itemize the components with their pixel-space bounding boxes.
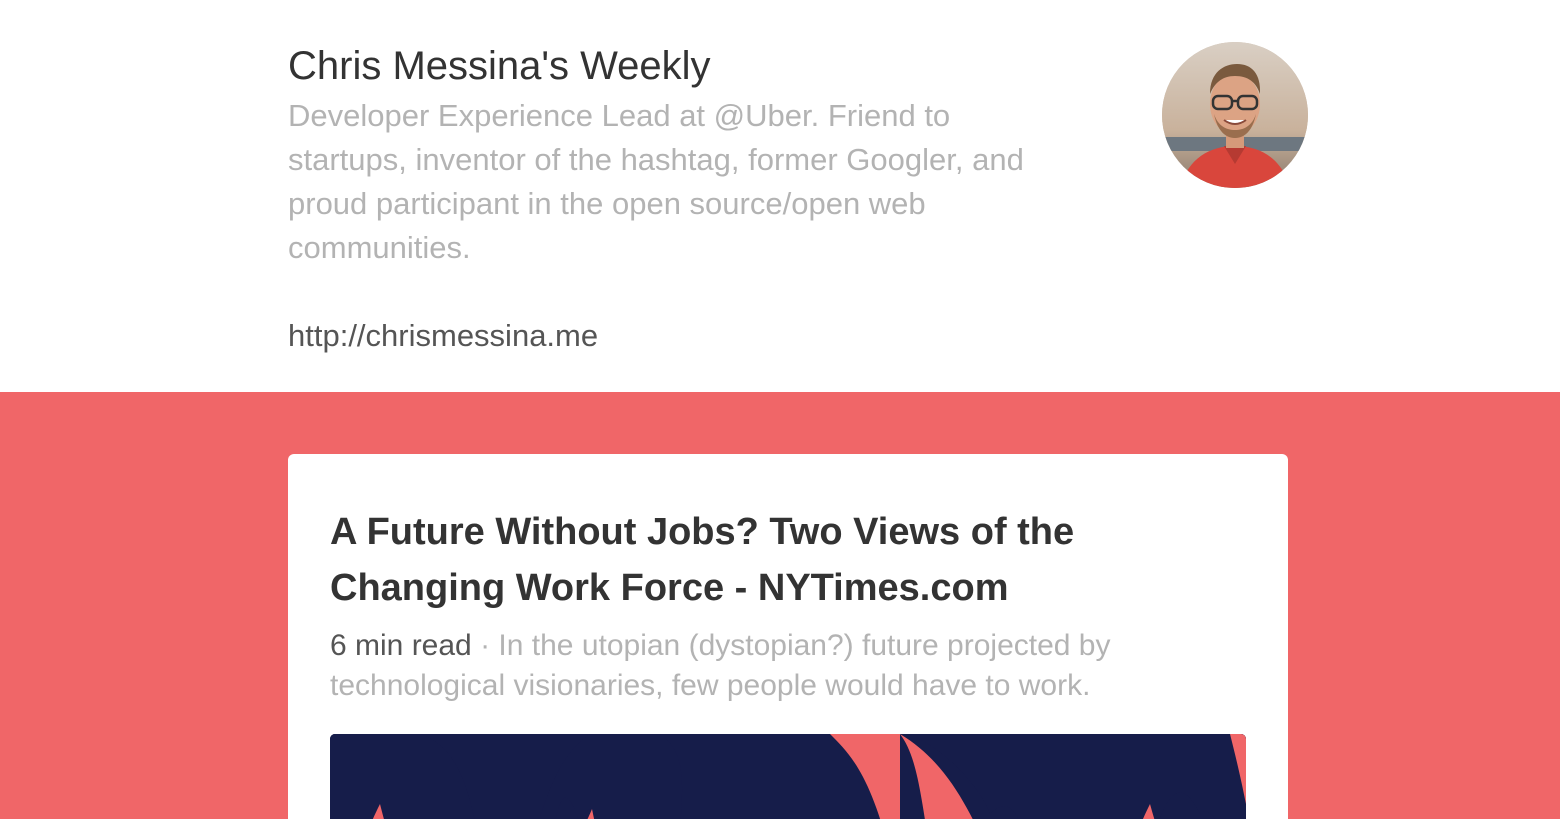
- article-cover-image[interactable]: [330, 734, 1246, 819]
- post-list-section: A Future Without Jobs? Two Views of the …: [0, 392, 1560, 819]
- cover-illustration-icon: [330, 734, 1246, 819]
- article-card[interactable]: A Future Without Jobs? Two Views of the …: [288, 454, 1288, 819]
- profile-header: Chris Messina's Weekly Developer Experie…: [0, 0, 1560, 392]
- article-meta: 6 min read · In the utopian (dystopian?)…: [330, 626, 1230, 706]
- avatar[interactable]: [1162, 42, 1308, 188]
- profile-info: Chris Messina's Weekly Developer Experie…: [288, 38, 1118, 358]
- meta-separator: ·: [471, 629, 499, 662]
- profile-url-link[interactable]: http://chrismessina.me: [288, 314, 1118, 358]
- avatar-photo-icon: [1162, 42, 1308, 188]
- read-time: 6 min read: [330, 629, 472, 662]
- article-title[interactable]: A Future Without Jobs? Two Views of the …: [330, 504, 1230, 616]
- publication-title[interactable]: Chris Messina's Weekly: [288, 38, 1118, 94]
- profile-bio: Developer Experience Lead at @Uber. Frie…: [288, 98, 1024, 265]
